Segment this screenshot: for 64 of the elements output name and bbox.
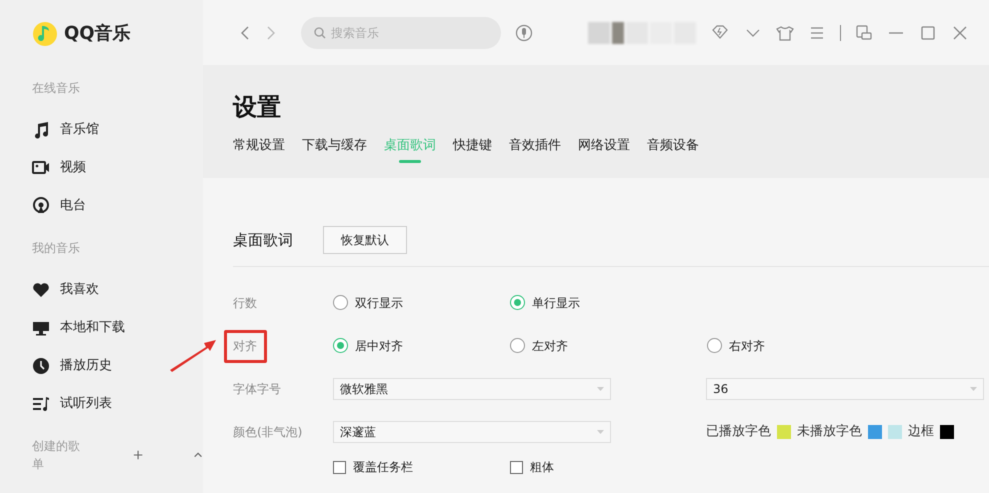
- sidebar-item[interactable]: 播放历史: [32, 347, 112, 385]
- video-camera-icon: [32, 159, 50, 177]
- row-label: 行数: [233, 294, 258, 312]
- settings-tab[interactable]: 下载与缓存: [302, 136, 367, 162]
- radio-option[interactable]: 右对齐: [707, 336, 765, 354]
- color-swatch[interactable]: [777, 424, 791, 438]
- color-scheme-select[interactable]: 深邃蓝: [333, 420, 611, 442]
- shirt-icon[interactable]: [776, 24, 794, 42]
- settings-tab[interactable]: 常规设置: [233, 136, 285, 162]
- search-icon: [314, 26, 326, 38]
- diamond-icon[interactable]: [710, 24, 730, 42]
- app-name: QQ音乐: [64, 22, 131, 46]
- color-label: 已播放字色: [706, 422, 771, 441]
- radio-option[interactable]: 单行显示: [510, 294, 580, 312]
- back-icon[interactable]: [239, 24, 251, 40]
- checkbox-option[interactable]: 粗体: [510, 458, 554, 476]
- sidebar-heading: 创建的歌单: [32, 438, 81, 473]
- dropdown-caret-icon: [597, 386, 604, 390]
- add-icon[interactable]: [132, 449, 143, 461]
- close-icon[interactable]: [951, 24, 969, 42]
- maximize-icon[interactable]: [919, 24, 937, 42]
- forward-icon[interactable]: [265, 24, 277, 40]
- sidebar-heading: 我的音乐: [32, 240, 81, 257]
- color-swatch[interactable]: [888, 424, 902, 438]
- reset-default-button[interactable]: 恢复默认: [323, 226, 407, 254]
- mini-mode-icon[interactable]: [855, 24, 873, 42]
- monitor-icon: [32, 319, 50, 337]
- settings-tab[interactable]: 网络设置: [578, 136, 630, 162]
- sidebar-heading: 在线音乐: [32, 80, 81, 97]
- settings-tab[interactable]: 快捷键: [453, 136, 492, 162]
- row-label: 对齐: [233, 338, 258, 354]
- row-label: 颜色(非气泡): [233, 424, 304, 440]
- color-label: 未播放字色: [797, 422, 862, 441]
- pointer-arrow: [168, 338, 218, 372]
- font-select[interactable]: 微软雅黑: [333, 378, 611, 400]
- color-swatch[interactable]: [868, 424, 882, 438]
- radio-icon: [32, 197, 50, 215]
- settings-tab[interactable]: 音效插件: [509, 136, 561, 162]
- app-logo-icon: [32, 20, 58, 46]
- search-field[interactable]: 搜索音乐: [301, 16, 501, 48]
- sidebar-item[interactable]: 我喜欢: [32, 271, 99, 309]
- music-note-icon: [32, 121, 50, 139]
- sidebar-item[interactable]: 电台: [32, 187, 86, 225]
- sidebar-item[interactable]: 试听列表: [32, 385, 112, 423]
- clock-icon: [32, 357, 50, 375]
- color-swatch[interactable]: [940, 424, 954, 438]
- sidebar-item[interactable]: 本地和下载: [32, 309, 125, 347]
- row-label: 字体字号: [233, 380, 282, 398]
- microphone-icon[interactable]: [515, 24, 533, 42]
- radio-option[interactable]: 居中对齐: [333, 336, 403, 354]
- radio-option[interactable]: 双行显示: [333, 294, 403, 312]
- dropdown-caret-icon: [970, 386, 977, 390]
- checkbox-option[interactable]: 覆盖任务栏: [333, 458, 413, 476]
- settings-tab[interactable]: 音频设备: [647, 136, 699, 162]
- sidebar-item[interactable]: 视频: [32, 149, 86, 187]
- color-label: 边框: [908, 422, 934, 441]
- font-size-select[interactable]: 36: [706, 378, 984, 400]
- radio-option[interactable]: 左对齐: [510, 336, 568, 354]
- heart-icon: [32, 281, 50, 299]
- sidebar-item[interactable]: 音乐馆: [32, 111, 99, 149]
- page-title: 设置: [233, 93, 282, 122]
- section-title: 桌面歌词: [233, 230, 293, 251]
- playlist-icon: [32, 395, 50, 413]
- dropdown-caret-icon: [597, 430, 604, 434]
